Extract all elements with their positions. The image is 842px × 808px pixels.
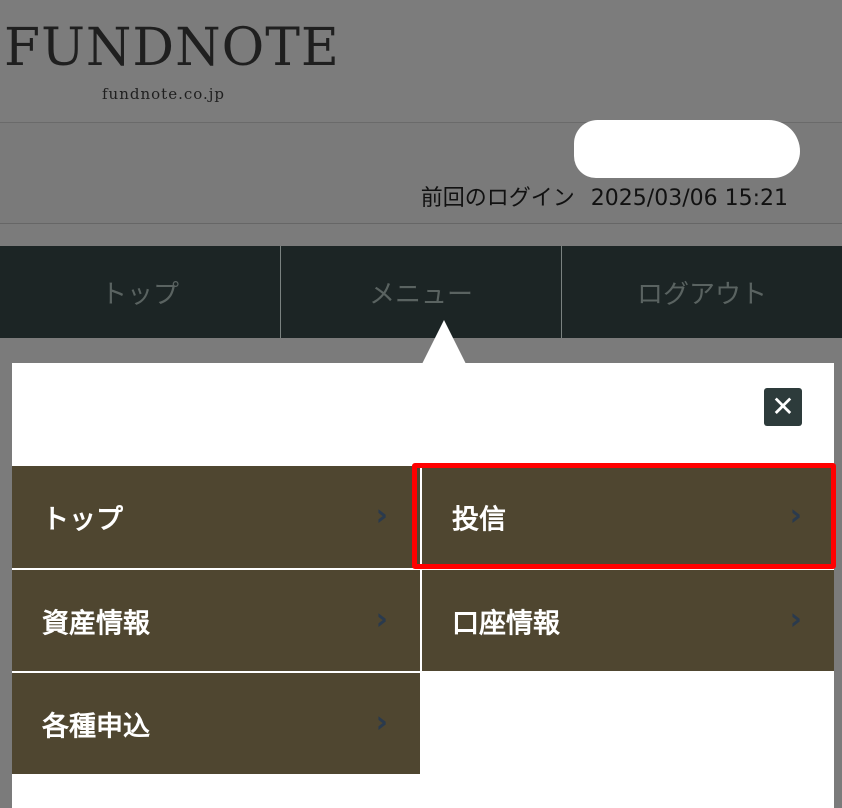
menu-item-top[interactable]: トップ › [12, 466, 420, 568]
logo-domain: fundnote.co.jp [102, 85, 226, 103]
logo-wordmark[interactable]: FUNDNOTE [4, 22, 340, 74]
redacted-username [574, 120, 800, 178]
chevron-right-icon: › [375, 704, 388, 740]
nav-top[interactable]: トップ [0, 246, 281, 338]
menu-item-label: 口座情報 [452, 608, 560, 639]
menu-item-funds[interactable]: 投信 › [422, 466, 834, 568]
chevron-right-icon: › [789, 601, 802, 637]
last-login: 前回のログイン 2025/03/06 15:21 [421, 180, 788, 212]
chevron-right-icon: › [375, 497, 388, 533]
menu-item-assets[interactable]: 資産情報 › [12, 570, 420, 671]
menu-item-label: 各種申込 [42, 711, 150, 742]
menu-item-label: 投信 [452, 504, 506, 536]
menu-item-label: トップ [42, 504, 123, 536]
nav-bar: トップ メニュー ログアウト [0, 246, 842, 338]
last-login-value: 2025/03/06 15:21 [590, 186, 788, 211]
nav-logout[interactable]: ログアウト [562, 246, 842, 338]
last-login-label: 前回のログイン [420, 186, 575, 211]
close-icon[interactable]: ✕ [764, 388, 802, 426]
menu-caret [422, 320, 466, 364]
chevron-right-icon: › [789, 497, 802, 533]
menu-item-applications[interactable]: 各種申込 › [12, 673, 420, 774]
menu-item-account[interactable]: 口座情報 › [422, 570, 834, 671]
chevron-right-icon: › [375, 601, 388, 637]
menu-item-label: 資産情報 [42, 608, 150, 639]
